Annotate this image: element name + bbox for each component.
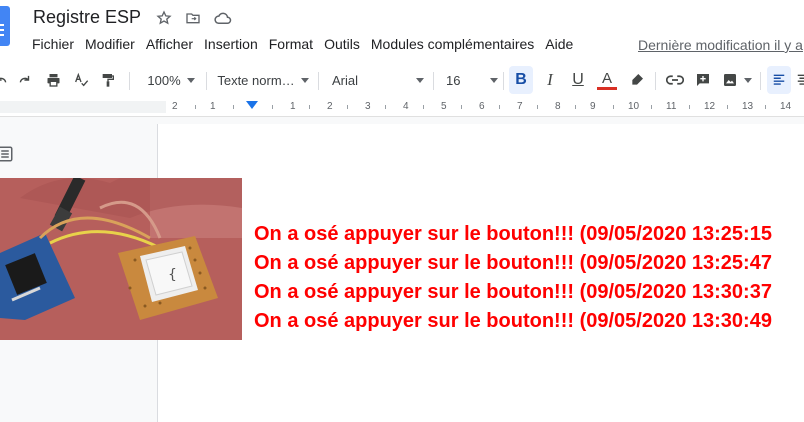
paragraph-style-value: Texte norm… (217, 72, 295, 88)
cloud-saved-icon[interactable] (214, 9, 232, 27)
chevron-down-icon (416, 77, 424, 83)
menu-item-modifier[interactable]: Modifier (85, 36, 135, 56)
log-line: On a osé appuyer sur le bouton!!! (09/05… (254, 252, 772, 274)
italic-button[interactable]: I (539, 66, 561, 94)
redo-icon[interactable] (14, 66, 36, 94)
text-color-button[interactable]: A (595, 66, 619, 94)
indent-marker[interactable] (246, 101, 258, 109)
ruler-number: 2 (327, 101, 333, 112)
font-select[interactable]: Arial (332, 66, 424, 94)
link-icon[interactable] (664, 66, 686, 94)
align-left-button[interactable] (767, 66, 791, 94)
align-center-icon[interactable] (796, 66, 804, 94)
ruler-number: 1 (210, 101, 216, 112)
chevron-down-icon (300, 77, 309, 83)
print-icon[interactable] (42, 66, 64, 94)
ruler-number: 12 (704, 101, 716, 112)
bold-button[interactable]: B (509, 66, 533, 94)
highlight-icon[interactable] (626, 66, 648, 94)
zoom-select[interactable]: 100% (143, 66, 199, 94)
font-value: Arial (332, 72, 359, 88)
star-icon[interactable] (155, 9, 173, 27)
document-title[interactable]: Registre ESP (33, 7, 141, 28)
log-line: On a osé appuyer sur le bouton!!! (09/05… (254, 223, 772, 245)
ruler-number: 2 (172, 101, 178, 112)
move-folder-icon[interactable] (184, 9, 202, 27)
menu-bar: Fichier Modifier Afficher Insertion Form… (32, 36, 584, 56)
undo-icon[interactable] (0, 66, 8, 94)
ruler-number: 3 (365, 101, 371, 112)
menu-item-modules[interactable]: Modules complémentaires (371, 36, 534, 56)
text-color-swatch (597, 86, 617, 90)
svg-text:{: { (168, 267, 177, 283)
last-modified-link[interactable]: Dernière modification il y a (638, 37, 803, 53)
ruler-number: 9 (590, 101, 596, 112)
ruler-number: 14 (780, 101, 792, 112)
menu-item-afficher[interactable]: Afficher (146, 36, 193, 56)
menu-item-fichier[interactable]: Fichier (32, 36, 74, 56)
ruler-number: 4 (403, 101, 409, 112)
ruler-number: 10 (628, 101, 640, 112)
ruler-number: 6 (479, 101, 485, 112)
paint-format-icon[interactable] (97, 66, 119, 94)
paragraph-style-select[interactable]: Texte norm… (217, 66, 309, 94)
docs-logo-icon[interactable] (0, 6, 10, 46)
ruler-number: 8 (555, 101, 561, 112)
menu-item-format[interactable]: Format (269, 36, 313, 56)
font-size-value: 16 (446, 72, 461, 88)
document-outline-icon[interactable] (0, 145, 14, 163)
ruler-number: 13 (742, 101, 754, 112)
ruler-number: 7 (517, 101, 523, 112)
ruler-number: 1 (290, 101, 296, 112)
menu-item-aide[interactable]: Aide (545, 36, 573, 56)
zoom-value: 100% (147, 72, 181, 88)
text-color-label: A (601, 69, 612, 87)
toolbar: 100% Texte norm… Arial 16 B I U A (0, 66, 804, 96)
spellcheck-icon[interactable] (70, 66, 92, 94)
align-left-icon (773, 74, 785, 85)
esp-board-photo[interactable]: { (0, 178, 242, 340)
ruler[interactable]: 2 1 1 2 3 4 5 6 7 8 9 10 11 12 13 14 (0, 98, 804, 117)
insert-image-button[interactable] (720, 66, 754, 94)
image-icon (724, 74, 736, 86)
chevron-down-icon (186, 77, 195, 83)
log-line: On a osé appuyer sur le bouton!!! (09/05… (254, 281, 772, 303)
ruler-number: 11 (666, 101, 677, 112)
ruler-number: 5 (441, 101, 447, 112)
menu-item-outils[interactable]: Outils (324, 36, 360, 56)
log-line: On a osé appuyer sur le bouton!!! (09/05… (254, 310, 772, 332)
add-comment-icon[interactable] (692, 66, 714, 94)
chevron-down-icon (744, 77, 752, 83)
font-size-select[interactable]: 16 (446, 66, 498, 94)
underline-button[interactable]: U (567, 66, 589, 94)
menu-item-insertion[interactable]: Insertion (204, 36, 258, 56)
chevron-down-icon (490, 77, 498, 83)
